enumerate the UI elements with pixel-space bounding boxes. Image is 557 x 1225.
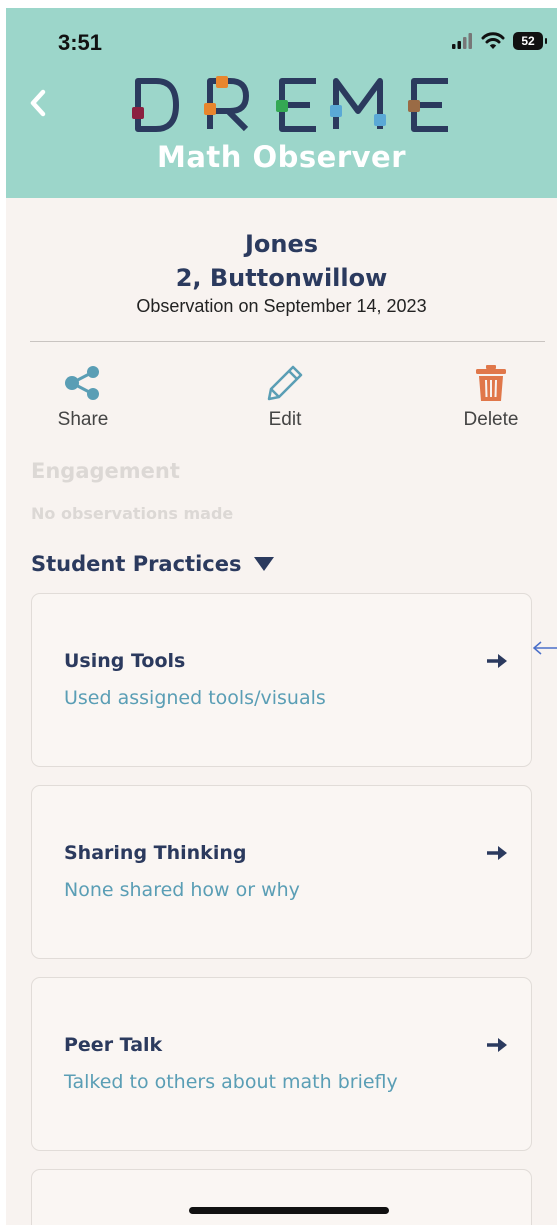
- student-practices-toggle[interactable]: Student Practices: [31, 552, 275, 576]
- edit-label: Edit: [268, 409, 302, 430]
- edit-button[interactable]: Edit: [245, 363, 325, 431]
- status-icons: 52: [451, 32, 547, 50]
- home-indicator: [189, 1207, 389, 1214]
- app-subtitle: Math Observer: [156, 140, 407, 174]
- header: 3:51 52 Math Observer: [6, 8, 557, 198]
- practice-title: Peer Talk: [64, 1034, 163, 1056]
- share-button[interactable]: Share: [43, 363, 123, 431]
- practice-card-peer-talk[interactable]: Peer Talk Talked to others about math br…: [31, 977, 532, 1151]
- wifi-icon: [481, 32, 505, 49]
- arrow-right-icon: [487, 1038, 507, 1052]
- student-practices-heading: Student Practices: [31, 552, 242, 576]
- practice-card-using-tools[interactable]: Using Tools Used assigned tools/visuals: [31, 593, 532, 767]
- caret-down-icon: [254, 557, 275, 571]
- trash-icon: [476, 365, 506, 401]
- practice-description: Used assigned tools/visuals: [64, 687, 326, 709]
- class-name: 2, Buttonwillow: [175, 264, 388, 292]
- practice-title: Sharing Thinking: [64, 842, 247, 864]
- share-label: Share: [57, 409, 109, 430]
- practice-description: Talked to others about math briefly: [64, 1071, 398, 1093]
- observation-date: Observation on September 14, 2023: [136, 296, 427, 316]
- annotation-arrow-icon: [532, 641, 557, 655]
- signal-icon: [452, 33, 472, 49]
- pencil-icon: [267, 365, 303, 401]
- app-screen: 3:51 52 Math Observer Jones 2, Buttonwil…: [6, 8, 557, 1225]
- arrow-right-icon: [487, 846, 507, 860]
- delete-button[interactable]: Delete: [451, 363, 531, 431]
- share-icon: [65, 366, 99, 400]
- delete-label: Delete: [463, 409, 519, 430]
- engagement-heading: Engagement: [31, 459, 180, 483]
- divider: [30, 341, 545, 342]
- battery-icon: 52: [513, 32, 547, 50]
- practice-description: None shared how or why: [64, 879, 300, 901]
- engagement-status: No observations made: [31, 504, 234, 523]
- observation-header: Jones 2, Buttonwillow Observation on Sep…: [6, 230, 557, 317]
- arrow-right-icon: [487, 654, 507, 668]
- practice-card-partial[interactable]: [31, 1169, 532, 1225]
- status-time: 3:51: [58, 30, 103, 55]
- dreme-logo: [132, 76, 448, 132]
- teacher-name: Jones: [244, 230, 319, 258]
- practice-card-sharing-thinking[interactable]: Sharing Thinking None shared how or why: [31, 785, 532, 959]
- practice-title: Using Tools: [64, 650, 186, 672]
- back-chevron-icon[interactable]: [24, 88, 54, 118]
